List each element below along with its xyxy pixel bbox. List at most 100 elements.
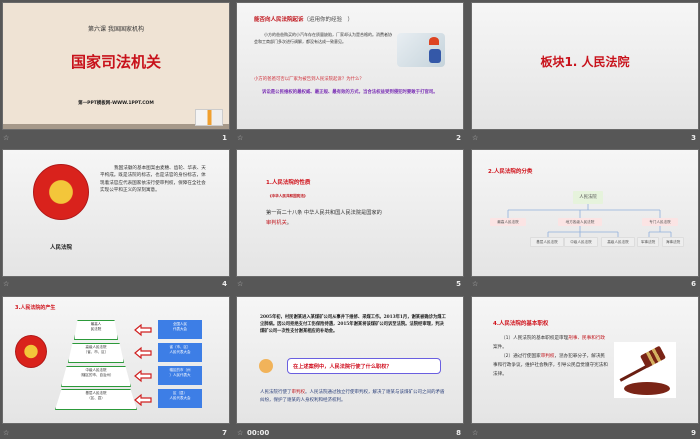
- slide-label-2: ☆ 2: [237, 134, 463, 144]
- congress-box: 区（县） 人民代表大会: [158, 389, 202, 408]
- court-level: 最高人 民法院: [74, 320, 118, 340]
- answer-part: 人民法院行使了: [260, 390, 292, 395]
- slide-number: 8: [456, 429, 461, 437]
- slide-label-5: ☆ 5: [237, 280, 463, 290]
- congress-box: 辖区的市（州 ）人民代表大: [158, 366, 202, 385]
- scenario-text: 小方的爸爸购买的小汽车存在质量缺陷，厂家却认为是合格的。消费者协会和工商部门多次…: [254, 32, 392, 44]
- text: （省、市、区）: [83, 349, 109, 354]
- slide-thumbnail-4[interactable]: 人民法院 我国法徽的基本图案由麦穗、齿轮、华表、天平构成。既是法院的标志，也是法…: [3, 150, 229, 276]
- slide-thumbnail-1[interactable]: 第六课 我国国家机构 国家司法机关 第一PPT模板网-WWW.1PPT.COM: [3, 3, 229, 129]
- slide-thumbnail-2[interactable]: 能否向人民法院起诉（运用你的经验 ） 小方的爸爸购买的小汽车存在质量缺陷，厂家却…: [237, 3, 463, 129]
- court-level: 高级人民法院 （省、市、区）: [68, 343, 124, 363]
- slide-heading: 1.人民法院的性质: [266, 180, 311, 186]
- article-highlight: 审判机关: [266, 220, 287, 226]
- text: 人民代表大会: [169, 349, 191, 354]
- duty-item-2: （2）通过行使国家审判权，惩办犯罪分子，解决民事和行政争议，维护社会秩序，引导公…: [493, 352, 608, 379]
- slide-label-1: ☆ 1: [3, 134, 229, 144]
- transition-star-icon: ☆: [237, 134, 244, 142]
- text: 代表大会: [173, 326, 187, 331]
- slide-label-3: ☆ 3: [472, 134, 698, 144]
- org-leaf: 海事法院: [662, 237, 684, 247]
- site-text: 第一PPT模板网-WWW.1PPT.COM: [78, 101, 154, 106]
- constitution-source: 《中华人民共和国宪法》: [268, 194, 308, 198]
- text: （区、县）: [87, 395, 105, 400]
- car-cartoon-image: [397, 33, 445, 67]
- text: 最高人: [90, 322, 102, 326]
- text: （1）人民法院的基本职权是审理: [501, 336, 569, 341]
- congress-box: 全国人民 代表大会: [158, 320, 202, 339]
- org-chart-connectors: [507, 204, 672, 237]
- slide-label-6: ☆ 6: [472, 280, 698, 290]
- slide-thumbnail-5[interactable]: 1.人民法院的性质 《中华人民共和国宪法》 第一百二十八条 中华人民共和国人民法…: [237, 150, 463, 276]
- slide-subtitle: 第六课 我国国家机构: [88, 26, 144, 33]
- text: （辖区的市、自治州）: [78, 372, 114, 377]
- text: 高级人民法院: [85, 345, 107, 349]
- slide-number: 4: [222, 280, 227, 288]
- transition-star-icon: ☆: [472, 429, 479, 437]
- text: ）人民代表大: [169, 372, 191, 377]
- answer-highlight: 审判权: [291, 390, 306, 395]
- court-emblem-icon: [33, 164, 89, 220]
- slide-number: 7: [222, 429, 227, 437]
- slide-thumbnail-8[interactable]: 2005年初，村民谢某进入某煤矿公司从事井下维修、采煤工作。2013年1月，谢某…: [237, 297, 463, 423]
- slide-thumbnail-9[interactable]: 4.人民法院的基本职权 （1）人民法院的基本职权是审理刑事、民事和行政案件。 （…: [472, 297, 698, 423]
- org-node: 地方各级人民法院: [558, 218, 602, 226]
- text: 基层人民法院: [85, 391, 107, 395]
- emblem-caption: 人民法院: [49, 245, 72, 251]
- court-level: 基层人民法院 （区、县）: [55, 389, 137, 410]
- case-text: 2005年初，村民谢某进入某煤矿公司从事井下维修、采煤工作。2013年1月，谢某…: [260, 315, 446, 334]
- text: 区（县）: [173, 391, 187, 395]
- emblem-description: 我国法徽的基本图案由麦穗、齿轮、华表、天平构成。既是法院的标志，也是法官的身份标…: [100, 166, 206, 193]
- org-root: 人民法院: [573, 191, 603, 204]
- slide-thumbnail-3[interactable]: 板块1. 人民法院: [472, 3, 698, 129]
- bubble-text: 在上述案例中，人民法院行使了什么职权？: [293, 364, 392, 370]
- text: 民法院: [90, 326, 102, 331]
- duty-item-1: （1）人民法院的基本职权是审理刑事、民事和行政案件。: [493, 334, 608, 352]
- slide-thumbnail-7[interactable]: 3.人民法院的产生 最高人 民法院 高级人民法院 （省、市、区） 中级人民法院 （辖区…: [3, 297, 229, 423]
- slide-number: 5: [456, 280, 461, 288]
- court-level: 中级人民法院 （辖区的市、自治州）: [61, 366, 131, 387]
- slide-thumbnail-6[interactable]: 2.人民法院的分类 人民法院 最高人民法院 地方各级人民法院 专门人民法院 基层…: [472, 150, 698, 276]
- duty-text: （1）人民法院的基本职权是审理刑事、民事和行政案件。 （2）通过行使国家审判权，…: [493, 334, 608, 379]
- girl-cartoon-icon: [259, 359, 273, 373]
- transition-star-icon: ☆: [237, 280, 244, 288]
- org-leaf: 高级人民法院: [601, 237, 635, 247]
- text: 案件。: [493, 345, 507, 350]
- org-node: 最高人民法院: [490, 218, 526, 226]
- text: 人民代表大会: [169, 395, 191, 400]
- org-node: 专门人民法院: [642, 218, 678, 226]
- heading-red: 能否向人民法院起诉: [254, 17, 304, 23]
- slide-heading: 3.人民法院的产生: [15, 305, 56, 311]
- slide-heading: 能否向人民法院起诉（运用你的经验 ）: [254, 15, 353, 23]
- slide-number: 1: [222, 134, 227, 142]
- transition-star-icon: ☆: [3, 280, 10, 288]
- slide-number: 9: [691, 429, 696, 437]
- slide-number: 6: [691, 280, 696, 288]
- text: 省（市、区）: [169, 345, 191, 349]
- text: 中级人民法院: [85, 368, 107, 372]
- text: （2）通过行使国家: [501, 354, 541, 359]
- answer-text: 诉讼是公民维权的最权威、最正规、最有效的方式，当合法权益受到侵犯时要敢于打官司。: [262, 90, 438, 95]
- org-leaf: 军事法院: [637, 237, 659, 247]
- question-text: 小方的爸爸可否以厂家为被告到人民法院起诉？为什么？: [254, 77, 364, 82]
- article-text: 第一百二十八条 中华人民共和国人民法院是国家的 审判机关。: [266, 208, 436, 228]
- article-body: 第一百二十八条 中华人民共和国人民法院是国家的: [266, 210, 382, 216]
- transition-star-icon: ☆: [472, 134, 479, 142]
- transition-star-icon: ☆: [3, 429, 10, 437]
- text: 审判权: [540, 354, 555, 359]
- slide-label-4: ☆ 4: [3, 280, 229, 290]
- question-bubble: 在上述案例中，人民法院行使了什么职权？: [287, 358, 441, 374]
- heading-gray: （运用你的经验 ）: [303, 17, 354, 23]
- congress-box: 省（市、区） 人民代表大会: [158, 343, 202, 362]
- section-title: 板块1. 人民法院: [540, 55, 630, 69]
- left-arrow-icons: [134, 324, 152, 406]
- slide-heading: 4.人民法院的基本职权: [493, 321, 549, 327]
- text: 刑事、民事和行政: [568, 336, 606, 341]
- media-time: 00:00: [247, 429, 270, 437]
- article-end: 。: [286, 220, 292, 226]
- books-image: [195, 109, 223, 126]
- transition-star-icon: ☆: [472, 280, 479, 288]
- court-emblem-icon: [15, 335, 47, 368]
- slide-title: 国家司法机关: [70, 53, 161, 71]
- text: 全国人民: [173, 322, 187, 326]
